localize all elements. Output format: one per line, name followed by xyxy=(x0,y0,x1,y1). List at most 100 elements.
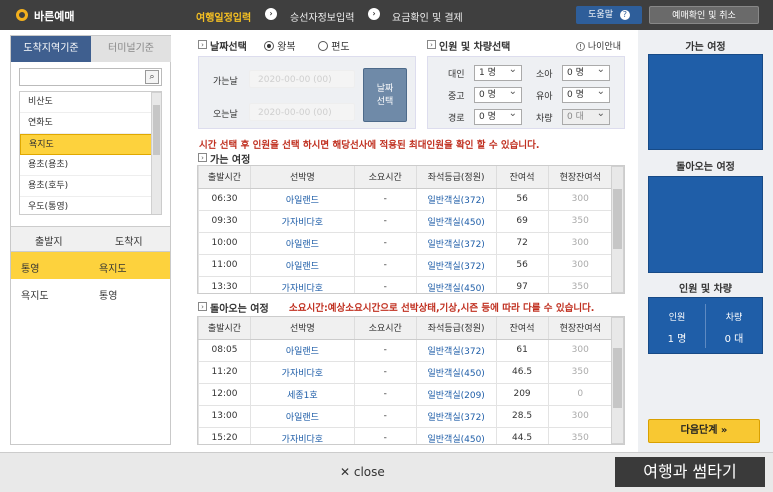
close-button[interactable]: ✕ close xyxy=(340,465,385,479)
cell-remaining: 72 xyxy=(495,232,549,255)
header-departure: 출발지 xyxy=(35,237,63,248)
passenger-section-title: 인원 및 차량선택 xyxy=(439,42,511,53)
chevron-right-icon: › xyxy=(368,8,380,20)
region-scrollbar[interactable] xyxy=(151,92,161,214)
cell-seat-class: 일반객실(372) xyxy=(415,254,497,277)
region-search-input[interactable]: ⌕ xyxy=(19,68,162,86)
radio-roundtrip[interactable]: 왕복 xyxy=(264,38,296,53)
route-from: 통영 xyxy=(21,264,40,275)
list-item[interactable]: 용초(호두) xyxy=(20,176,152,197)
cell-onsite-remaining: 300 xyxy=(547,232,612,255)
magnifier-icon[interactable]: ⌕ xyxy=(145,70,159,84)
cell-seat-class: 일반객실(372) xyxy=(415,339,497,362)
column-header: 현장잔여석 xyxy=(547,317,612,340)
top-bar: 바른예매 여행일정입력 › 승선자정보입력 › 요금확인 및 결제 도움말 ? … xyxy=(0,0,773,30)
table-row[interactable]: 13:30 가자비다호 - 일반객실(450) 97 350 xyxy=(198,276,612,293)
table-row[interactable]: 08:05 아일랜드 - 일반객실(372) 61 300 xyxy=(198,339,612,362)
outbound-scrollbar[interactable] xyxy=(611,166,624,293)
radio-empty-icon xyxy=(318,41,328,51)
inbound-title: 돌아오는 여정 xyxy=(210,304,269,315)
cell-time: 09:30 xyxy=(198,210,251,233)
return-date-label: 오는날 xyxy=(213,110,238,120)
tab-terminal[interactable]: 터미널기준 xyxy=(91,36,171,62)
infant-select[interactable]: 0 명 xyxy=(562,85,610,103)
table-row[interactable]: 10:00 아일랜드 - 일반객실(372) 72 300 xyxy=(198,232,612,255)
cell-seat-class: 일반객실(450) xyxy=(415,361,497,384)
cell-remaining: 97 xyxy=(495,276,549,293)
summary-return-title: 돌아오는 여정 xyxy=(676,162,735,173)
cell-ship: 세종1호 xyxy=(249,383,355,406)
child-select[interactable]: 0 명 xyxy=(562,63,610,81)
table-row[interactable]: 13:00 아일랜드 - 일반객실(372) 28.5 300 xyxy=(198,405,612,428)
list-item[interactable]: 용초(용초) xyxy=(20,155,152,176)
table-row[interactable]: 11:20 가자비다호 - 일반객실(450) 46.5 350 xyxy=(198,361,612,384)
vehicle-select[interactable]: 0 대 xyxy=(562,107,610,125)
route-to: 욕지도 xyxy=(99,264,127,275)
go-date-field[interactable]: 2020-00-00 (00) xyxy=(249,70,355,88)
cell-remaining: 46.5 xyxy=(495,361,549,384)
student-select[interactable]: 0 명 xyxy=(474,85,522,103)
cell-ship: 가자비다호 xyxy=(249,427,355,444)
radio-label: 왕복 xyxy=(277,42,296,53)
passenger-box: 대인 1 명 소아 0 명 중고 0 명 유아 0 명 경로 0 명 차량 0 … xyxy=(427,56,625,129)
radio-label: 편도 xyxy=(331,42,350,53)
date-select-button[interactable]: 날짜 선택 xyxy=(363,68,407,122)
list-item-selected[interactable]: 욕지도 xyxy=(20,134,152,155)
chevron-right-icon: › xyxy=(198,153,207,162)
column-header: 소요시간 xyxy=(353,166,417,189)
summary-go-title: 가는 여정 xyxy=(685,42,726,53)
cell-onsite-remaining: 350 xyxy=(547,210,612,233)
table-row[interactable]: 15:20 가자비다호 - 일반객실(450) 44.5 350 xyxy=(198,427,612,444)
brand-name: 바른예매 xyxy=(34,10,75,23)
cell-remaining: 28.5 xyxy=(495,405,549,428)
reservation-check-button[interactable]: 예매확인 및 취소 xyxy=(649,6,759,24)
adult-select[interactable]: 1 명 xyxy=(474,63,522,81)
cell-onsite-remaining: 350 xyxy=(547,361,612,384)
age-guide-link[interactable]: ! 나이안내 xyxy=(576,39,621,52)
child-label: 소아 xyxy=(536,70,553,80)
table-row[interactable]: 09:30 가자비다호 - 일반객실(450) 69 350 xyxy=(198,210,612,233)
list-item[interactable]: 연화도 xyxy=(20,113,152,134)
cell-ship: 가자비다호 xyxy=(249,276,355,293)
table-row[interactable]: 12:00 세종1호 - 일반객실(209) 209 0 xyxy=(198,383,612,406)
route-row-selected[interactable]: 통영 욕지도 xyxy=(11,252,170,279)
help-button[interactable]: 도움말 ? xyxy=(576,6,642,24)
go-date-label: 가는날 xyxy=(213,77,238,87)
column-header: 잔여석 xyxy=(495,317,549,340)
radio-oneway[interactable]: 편도 xyxy=(318,38,350,53)
header-arrival: 도착지 xyxy=(115,237,143,248)
cell-duration: - xyxy=(353,383,417,406)
senior-select[interactable]: 0 명 xyxy=(474,107,522,125)
return-date-field[interactable]: 2020-00-00 (00) xyxy=(249,103,355,121)
cell-remaining: 61 xyxy=(495,339,549,362)
route-row[interactable]: 욕지도 통영 xyxy=(11,281,170,305)
cell-seat-class: 일반객실(450) xyxy=(415,427,497,444)
inbound-scrollbar[interactable] xyxy=(611,317,624,444)
list-item[interactable]: 비산도 xyxy=(20,92,152,113)
column-header: 현장잔여석 xyxy=(547,166,612,189)
cell-duration: - xyxy=(353,405,417,428)
outbound-table: 출발시간 선박명 소요시간 좌석등급(정원) 잔여석 현장잔여석 06:30 아일… xyxy=(197,165,625,294)
car-value: 0 대 xyxy=(724,334,744,345)
cell-remaining: 56 xyxy=(495,254,549,277)
cell-time: 06:30 xyxy=(198,188,251,211)
chevron-right-icon: › xyxy=(265,8,277,20)
cell-time: 12:00 xyxy=(198,383,251,406)
table-row[interactable]: 06:30 아일랜드 - 일반객실(372) 56 300 xyxy=(198,188,612,211)
cell-time: 13:00 xyxy=(198,405,251,428)
cell-seat-class: 일반객실(450) xyxy=(415,210,497,233)
tab-arrival-region[interactable]: 도착지역기준 xyxy=(11,36,91,62)
summary-panel: 가는 여정 돌아오는 여정 인원 및 차량 인원 차량 1 명 0 대 다음단계… xyxy=(638,30,773,452)
cell-remaining: 69 xyxy=(495,210,549,233)
chevron-right-icon: › xyxy=(198,302,207,311)
cell-ship: 아일랜드 xyxy=(249,232,355,255)
outbound-title: 가는 여정 xyxy=(210,155,251,166)
column-header: 소요시간 xyxy=(353,317,417,340)
next-step-button[interactable]: 다음단계 » xyxy=(648,419,760,443)
cell-seat-class: 일반객실(372) xyxy=(415,232,497,255)
cell-seat-class: 일반객실(372) xyxy=(415,405,497,428)
summary-go-box xyxy=(648,54,763,150)
cell-time: 11:20 xyxy=(198,361,251,384)
list-item[interactable]: 우도(통영) xyxy=(20,197,152,214)
table-row[interactable]: 11:00 아일랜드 - 일반객실(372) 56 300 xyxy=(198,254,612,277)
